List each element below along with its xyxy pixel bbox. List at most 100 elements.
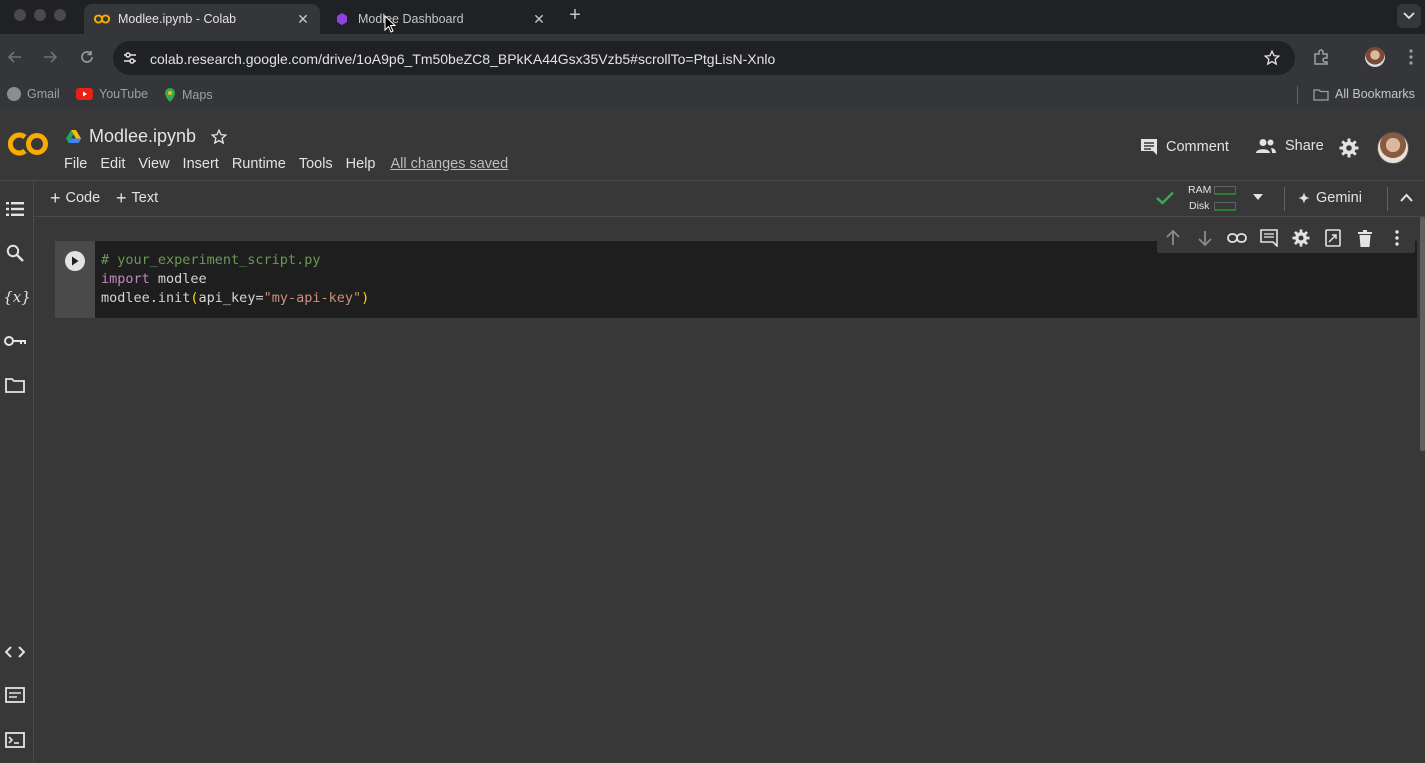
browser-toolbar: colab.research.google.com/drive/1oA9p6_T… — [0, 34, 1425, 80]
modlee-icon — [334, 11, 350, 27]
maximize-window-button[interactable] — [54, 9, 66, 21]
terminal-icon[interactable] — [4, 729, 26, 751]
google-drive-icon[interactable] — [66, 130, 81, 143]
chevron-down-icon[interactable] — [1252, 193, 1264, 201]
bookmark-gmail[interactable]: Gmail — [7, 87, 60, 101]
folder-icon — [1313, 88, 1329, 101]
variables-icon[interactable]: {x} — [3, 286, 31, 308]
divider — [1284, 187, 1285, 211]
code-snippets-icon[interactable] — [4, 641, 26, 663]
notebook-title[interactable]: Modlee.ipynb — [89, 126, 196, 147]
code-text: modlee — [149, 271, 207, 287]
mirror-cell-icon[interactable] — [1317, 223, 1349, 253]
cell-gutter — [55, 241, 95, 318]
comment-button[interactable]: Comment — [1140, 138, 1229, 156]
browser-menu-icon[interactable] — [1398, 44, 1424, 70]
account-avatar[interactable] — [1377, 132, 1409, 164]
share-button[interactable]: Share — [1255, 138, 1324, 154]
key-icon[interactable] — [4, 330, 26, 352]
add-text-button[interactable]: + Text — [116, 189, 158, 207]
ram-bar — [1214, 186, 1236, 195]
search-icon[interactable] — [4, 242, 26, 264]
profile-avatar[interactable] — [1362, 44, 1388, 70]
cell-toolbar — [1157, 223, 1415, 253]
menu-tools[interactable]: Tools — [299, 156, 333, 172]
gemini-label: Gemini — [1316, 190, 1362, 206]
notebook-title-area: Modlee.ipynb — [66, 126, 228, 147]
menu-view[interactable]: View — [138, 156, 169, 172]
tab-modlee-dashboard[interactable]: Modlee Dashboard ✕ — [324, 4, 556, 34]
code-line-2: import modlee — [101, 270, 369, 289]
close-tab-icon[interactable]: ✕ — [294, 10, 312, 28]
menu-file[interactable]: File — [64, 156, 87, 172]
new-tab-button[interactable]: + — [565, 5, 585, 26]
command-palette-icon[interactable] — [4, 684, 26, 706]
resources-indicator[interactable]: RAM Disk — [1154, 183, 1256, 215]
sparkle-icon — [1298, 192, 1310, 204]
people-icon — [1255, 138, 1277, 154]
url-text: colab.research.google.com/drive/1oA9p6_T… — [150, 51, 776, 67]
save-status[interactable]: All changes saved — [391, 156, 509, 172]
window-controls[interactable] — [14, 9, 66, 21]
code-keyword: import — [101, 271, 150, 287]
notebook-toolbar: + Code + Text RAM Disk Gemini — [34, 181, 1425, 217]
run-cell-button[interactable] — [65, 251, 85, 271]
menu-insert[interactable]: Insert — [183, 156, 219, 172]
bookmark-star-icon[interactable] — [1263, 49, 1281, 67]
link-icon[interactable] — [1221, 223, 1253, 253]
divider — [1297, 86, 1298, 104]
all-bookmarks-button[interactable]: All Bookmarks — [1313, 87, 1415, 101]
comment-icon — [1140, 138, 1158, 156]
more-options-icon[interactable] — [1381, 223, 1413, 253]
ram-label: RAM — [1188, 184, 1212, 196]
bookmark-label: YouTube — [99, 87, 149, 101]
bookmark-label: Gmail — [27, 87, 60, 101]
close-window-button[interactable] — [14, 9, 26, 21]
colab-logo[interactable] — [8, 130, 50, 158]
close-tab-icon[interactable]: ✕ — [530, 10, 548, 28]
gear-icon[interactable] — [1285, 223, 1317, 253]
settings-button[interactable] — [1339, 138, 1359, 158]
notebook-scrollbar[interactable] — [1420, 217, 1425, 451]
code-text: modlee.init — [101, 290, 191, 306]
bookmark-youtube[interactable]: YouTube — [76, 87, 148, 101]
address-bar[interactable]: colab.research.google.com/drive/1oA9p6_T… — [113, 41, 1295, 75]
forward-icon[interactable] — [41, 48, 59, 66]
maps-icon — [164, 87, 176, 103]
code-string: "my-api-key" — [263, 290, 362, 306]
code-editor[interactable]: # your_experiment_script.pyimport modlee… — [101, 251, 369, 308]
code-paren: ) — [361, 290, 370, 306]
table-of-contents-icon[interactable] — [4, 198, 26, 220]
menu-runtime[interactable]: Runtime — [232, 156, 286, 172]
code-comment: # your_experiment_script.py — [101, 252, 321, 268]
menu-bar: File Edit View Insert Runtime Tools Help… — [64, 156, 508, 172]
add-code-button[interactable]: + Code — [50, 188, 100, 208]
divider — [1387, 187, 1388, 211]
comment-icon[interactable] — [1253, 223, 1285, 253]
tab-colab[interactable]: Modlee.ipynb - Colab ✕ — [84, 4, 320, 34]
bookmarks-bar: Gmail YouTube Maps All Bookmarks — [0, 80, 1425, 110]
menu-help[interactable]: Help — [346, 156, 376, 172]
disk-label: Disk — [1189, 200, 1210, 212]
menu-edit[interactable]: Edit — [100, 156, 125, 172]
move-up-icon[interactable] — [1157, 223, 1189, 253]
tab-search-button[interactable] — [1397, 4, 1421, 28]
bookmark-maps[interactable]: Maps — [164, 87, 213, 103]
site-info-icon[interactable] — [122, 50, 138, 66]
minimize-window-button[interactable] — [34, 9, 46, 21]
extensions-icon[interactable] — [1308, 44, 1334, 70]
code-line-1: # your_experiment_script.py — [101, 251, 369, 270]
move-down-icon[interactable] — [1189, 223, 1221, 253]
delete-icon[interactable] — [1349, 223, 1381, 253]
folder-icon[interactable] — [4, 374, 26, 396]
share-label: Share — [1285, 138, 1324, 154]
reload-icon[interactable] — [78, 48, 96, 66]
plus-icon: + — [50, 188, 61, 208]
star-icon[interactable] — [210, 128, 228, 146]
back-icon[interactable] — [6, 48, 24, 66]
youtube-icon — [76, 88, 93, 100]
disk-bar — [1214, 202, 1236, 211]
bookmark-label: Maps — [182, 88, 213, 102]
collapse-header-icon[interactable] — [1400, 193, 1413, 202]
gemini-button[interactable]: Gemini — [1298, 190, 1362, 206]
